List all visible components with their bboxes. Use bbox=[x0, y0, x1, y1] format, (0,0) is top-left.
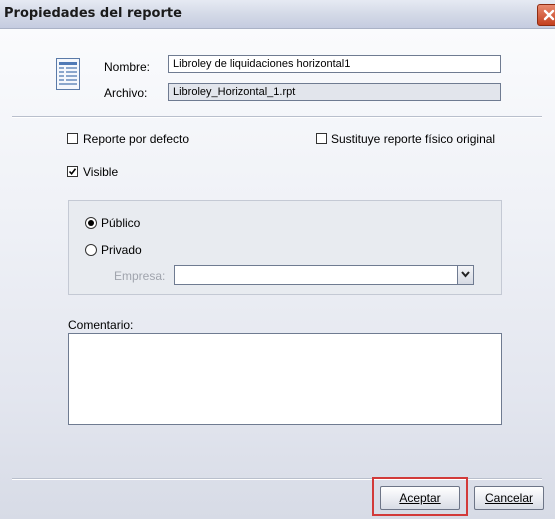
separator bbox=[12, 116, 542, 118]
empresa-dropdown-button[interactable] bbox=[457, 266, 473, 284]
sustituye-reporte-label: Sustituye reporte físico original bbox=[331, 132, 496, 146]
nombre-label: Nombre: bbox=[104, 60, 151, 74]
window-title: Propiedades del reporte bbox=[4, 6, 182, 21]
close-icon bbox=[543, 9, 555, 21]
publico-radio[interactable] bbox=[85, 217, 97, 229]
comentario-textarea[interactable] bbox=[68, 333, 502, 425]
visible-label: Visible bbox=[83, 165, 119, 179]
title-bar: Propiedades del reporte bbox=[0, 0, 555, 29]
archivo-label: Archivo: bbox=[104, 86, 148, 100]
reporte-por-defecto-label: Reporte por defecto bbox=[83, 132, 190, 146]
cancelar-button[interactable]: Cancelar bbox=[474, 486, 544, 510]
reporte-por-defecto-checkbox[interactable] bbox=[67, 133, 78, 144]
aceptar-highlight-box bbox=[372, 477, 468, 516]
privado-radio[interactable] bbox=[85, 244, 97, 256]
publico-label: Público bbox=[101, 216, 141, 230]
chevron-down-icon bbox=[461, 271, 470, 278]
comentario-label: Comentario: bbox=[68, 318, 134, 332]
empresa-label: Empresa: bbox=[114, 269, 166, 283]
checkmark-icon bbox=[68, 168, 77, 176]
sustituye-reporte-checkbox[interactable] bbox=[316, 133, 327, 144]
empresa-dropdown[interactable] bbox=[174, 265, 474, 285]
nombre-field[interactable]: Libroley de liquidaciones horizontal1 bbox=[168, 55, 501, 73]
radio-selected-dot bbox=[88, 220, 94, 226]
close-button[interactable] bbox=[537, 4, 555, 26]
visible-checkbox[interactable] bbox=[67, 166, 78, 177]
report-document-icon bbox=[56, 58, 80, 90]
archivo-field: Libroley_Horizontal_1.rpt bbox=[168, 83, 501, 101]
privado-label: Privado bbox=[101, 243, 142, 257]
cancelar-label: Cancelar bbox=[484, 491, 534, 505]
